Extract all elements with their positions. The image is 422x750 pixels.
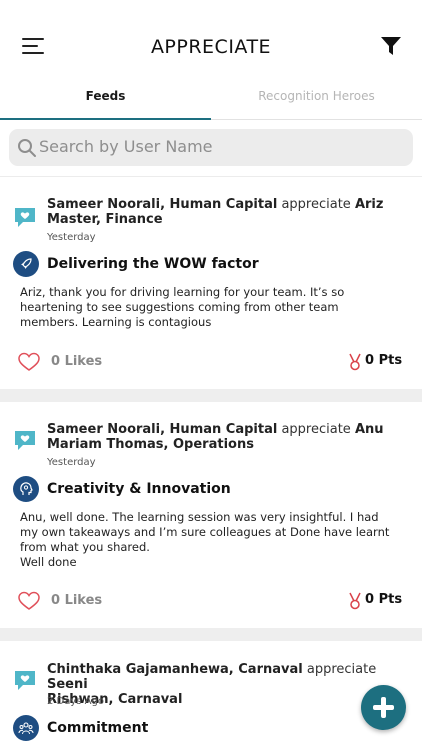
- card-separator: [0, 628, 422, 641]
- page-title: APPRECIATE: [150, 36, 272, 58]
- appreciate-verb: appreciate: [306, 662, 377, 677]
- message-heart-icon: [15, 208, 35, 227]
- award-title: Delivering the WOW factor: [47, 256, 259, 272]
- active-tab-indicator: [0, 118, 211, 120]
- likes-count[interactable]: 0 Likes: [51, 593, 102, 608]
- feed-card: Sameer Noorali, Human Capital appreciate…: [0, 177, 422, 389]
- card-separator: [0, 389, 422, 402]
- points-value: 0 Pts: [365, 353, 403, 368]
- feed-header: Sameer Noorali, Human Capital appreciate…: [47, 197, 407, 227]
- points: 0 Pts: [348, 591, 408, 611]
- points: 0 Pts: [348, 352, 408, 372]
- appreciate-verb: appreciate: [281, 422, 351, 437]
- points-value: 0 Pts: [365, 592, 403, 607]
- recipient-name-part[interactable]: Master, Finance: [47, 212, 163, 227]
- recipient-name-part[interactable]: Mariam Thomas, Operations: [47, 437, 254, 452]
- tab-feeds[interactable]: Feeds: [0, 78, 211, 120]
- sender-name[interactable]: Chinthaka Gajamanhewa, Carnaval: [47, 662, 303, 677]
- medal-icon: [349, 353, 361, 371]
- timestamp: Yesterday: [47, 457, 96, 468]
- timestamp: Yesterday: [47, 232, 96, 243]
- search-placeholder: Search by User Name: [39, 137, 213, 156]
- feed-card: Sameer Noorali, Human Capital appreciate…: [0, 402, 422, 628]
- sender-name[interactable]: Sameer Noorali, Human Capital: [47, 422, 277, 437]
- rocket-icon: [13, 251, 39, 277]
- heart-like-icon[interactable]: [18, 352, 40, 372]
- message-heart-icon: [15, 431, 35, 450]
- award-title: Creativity & Innovation: [47, 481, 231, 497]
- likes-count[interactable]: 0 Likes: [51, 354, 102, 369]
- medal-icon: [349, 592, 361, 610]
- appreciation-message: Ariz, thank you for driving learning for…: [20, 285, 345, 329]
- top-bar: APPRECIATE: [0, 0, 422, 78]
- appreciate-verb: appreciate: [281, 197, 351, 212]
- sender-name[interactable]: Sameer Noorali, Human Capital: [47, 197, 277, 212]
- plus-icon: [381, 697, 386, 718]
- feed-card: Chinthaka Gajamanhewa, Carnaval apprecia…: [0, 641, 422, 750]
- timestamp: 2 Days Ago: [47, 696, 104, 707]
- filter-funnel-icon[interactable]: [380, 35, 404, 59]
- add-appreciation-button[interactable]: [361, 685, 406, 730]
- award-title: Commitment: [47, 720, 149, 736]
- recipient-name-part[interactable]: Seeni: [47, 677, 88, 692]
- head-idea-icon: [13, 476, 39, 502]
- message-heart-icon: [15, 671, 35, 690]
- team-people-icon: [13, 715, 39, 741]
- search-icon: [18, 139, 36, 157]
- recipient-name-part[interactable]: Ariz: [355, 197, 384, 212]
- feed-header: Sameer Noorali, Human Capital appreciate…: [47, 422, 407, 452]
- tab-bar: Feeds Recognition Heroes: [0, 78, 422, 120]
- recipient-name-part[interactable]: Anu: [355, 422, 384, 437]
- appreciation-message: Anu, well done. The learning session was…: [20, 510, 390, 569]
- heart-like-icon[interactable]: [18, 591, 40, 611]
- tab-recognition-heroes[interactable]: Recognition Heroes: [211, 78, 422, 120]
- search-input[interactable]: Search by User Name: [9, 129, 413, 166]
